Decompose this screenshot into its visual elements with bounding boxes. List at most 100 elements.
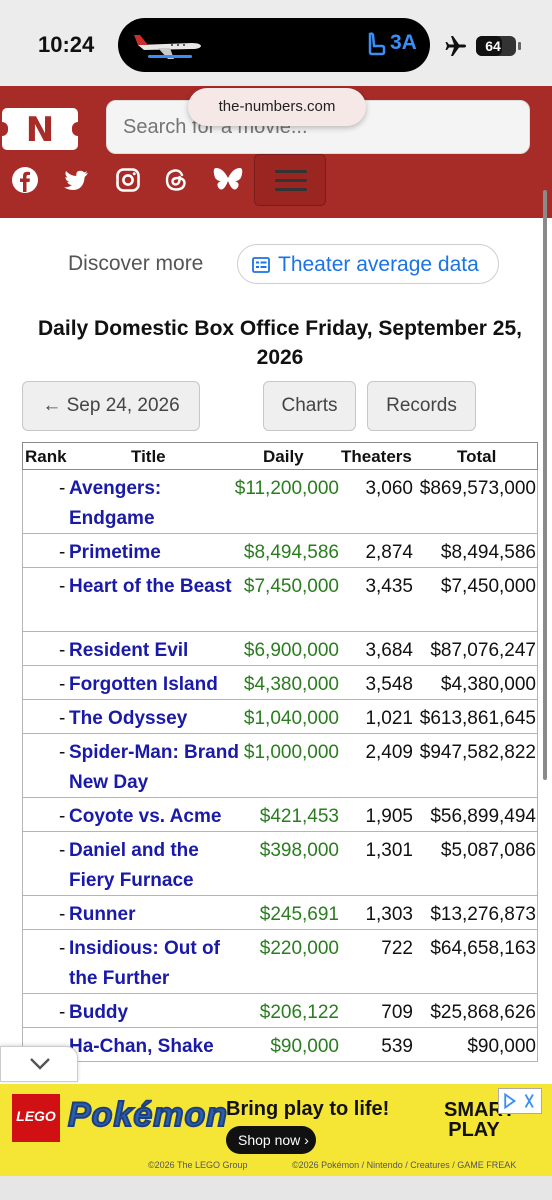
total-gross: $13,276,873: [430, 904, 536, 925]
theater-count: 539: [381, 1036, 413, 1057]
rank-dash: -: [59, 904, 66, 925]
daily-gross: $398,000: [259, 840, 339, 861]
movie-title-link[interactable]: Spider-Man: Brand New Day: [69, 738, 241, 798]
rank-dash: -: [59, 806, 66, 827]
total-gross: $947,582,822: [419, 742, 536, 763]
page-scrollbar[interactable]: [543, 190, 547, 780]
theater-count: 3,548: [365, 674, 413, 695]
pokemon-logo: Pokémon: [67, 1095, 229, 1135]
daily-gross: $1,040,000: [243, 708, 339, 729]
theater-count: 3,684: [365, 640, 413, 661]
table-row: - Avengers: Endgame $11,200,000 3,060 $869,5…: [22, 470, 538, 534]
screen: 10:24 3A 64 N the-numbers.c: [0, 0, 552, 1200]
total-gross: $869,573,000: [419, 478, 536, 499]
total-gross: $90,000: [467, 1036, 536, 1057]
battery-percent: 64: [485, 38, 501, 54]
ad-legal-pokemon: ©2026 Pokémon / Nintendo / Creatures / G…: [292, 1160, 517, 1170]
discover-more-label: Discover more: [68, 252, 204, 275]
table-row: - Heart of the Beast $7,450,000 3,435 $7,450…: [22, 568, 538, 632]
movie-title-link[interactable]: Resident Evil: [69, 636, 241, 666]
rank-dash: -: [59, 674, 66, 695]
ad-headline: Bring play to life!: [226, 1098, 390, 1120]
rank-dash: -: [59, 640, 66, 661]
header-total: Total: [457, 447, 497, 466]
header-rank: Rank: [25, 447, 67, 466]
theater-average-label: Theater average data: [278, 253, 479, 276]
battery-icon: 64: [476, 36, 516, 56]
previous-day-button[interactable]: ← Sep 24, 2026: [22, 381, 200, 431]
shop-now-button[interactable]: Shop now ›: [226, 1126, 316, 1154]
theater-count: 722: [381, 938, 413, 959]
adchoices-icon[interactable]: [498, 1088, 542, 1114]
table-row: - The Odyssey $1,040,000 1,021 $613,861,645: [22, 700, 538, 734]
chevron-down-icon: [30, 1058, 50, 1070]
theater-count: 1,301: [365, 840, 413, 861]
table-row: - Primetime $8,494,586 2,874 $8,494,586: [22, 534, 538, 568]
rank-dash: -: [59, 742, 66, 763]
table-row: - Coyote vs. Acme $421,453 1,905 $56,899,494: [22, 798, 538, 832]
movie-title-link[interactable]: Primetime: [69, 538, 241, 568]
daily-gross: $1,000,000: [243, 742, 339, 763]
daily-gross: $8,494,586: [243, 542, 339, 563]
daily-gross: $4,380,000: [243, 674, 339, 695]
rank-dash: -: [59, 708, 66, 729]
header-daily: Daily: [263, 447, 304, 466]
battery-tip: [518, 42, 521, 50]
collapse-ad-button[interactable]: [0, 1046, 78, 1082]
table-row: - Runner $245,691 1,303 $13,276,873: [22, 896, 538, 930]
seat-icon: [368, 32, 386, 56]
movie-title-link[interactable]: Coyote vs. Acme: [69, 802, 241, 832]
theater-count: 3,435: [365, 576, 413, 597]
daily-gross: $7,450,000: [243, 576, 339, 597]
table-row: - Resident Evil $6,900,000 3,684 $87,076,247: [22, 632, 538, 666]
movie-title-link[interactable]: Buddy: [69, 998, 241, 1028]
movie-title-link[interactable]: The Odyssey: [69, 704, 241, 734]
movie-title-link[interactable]: Runner: [69, 900, 241, 930]
records-button[interactable]: Records: [367, 381, 476, 431]
bluesky-icon[interactable]: [212, 166, 244, 194]
total-gross: $87,076,247: [430, 640, 536, 661]
rank-dash: -: [59, 576, 66, 597]
movie-title-link[interactable]: Insidious: Out of the Further: [69, 934, 241, 994]
daily-gross: $220,000: [259, 938, 339, 959]
total-gross: $56,899,494: [430, 806, 536, 827]
total-gross: $25,868,626: [430, 1002, 536, 1023]
daily-gross: $6,900,000: [243, 640, 339, 661]
header-theaters: Theaters: [341, 447, 412, 466]
facebook-icon[interactable]: [11, 166, 39, 194]
movie-title-link[interactable]: Forgotten Island: [69, 670, 241, 700]
theater-count: 1,303: [365, 904, 413, 925]
total-gross: $613,861,645: [419, 708, 536, 729]
theater-average-link[interactable]: Theater average data: [237, 244, 499, 284]
menu-button[interactable]: [254, 154, 326, 206]
table-row: - Daniel and the Fiery Furnace $398,000 1,3…: [22, 832, 538, 896]
twitter-icon[interactable]: [62, 166, 90, 194]
page-title: Daily Domestic Box Office Friday, Septem…: [38, 317, 522, 369]
theater-count: 2,874: [365, 542, 413, 563]
address-bar[interactable]: the-numbers.com: [188, 88, 366, 126]
movie-title-link[interactable]: Daniel and the Fiery Furnace: [69, 836, 241, 896]
ad-banner[interactable]: LEGO Pokémon Bring play to life! Shop no…: [0, 1084, 552, 1176]
flight-icon: [134, 35, 201, 59]
table-row: Ha-Chan, Shake $90,000 539 $90,000: [22, 1028, 538, 1062]
movie-title-link[interactable]: Heart of the Beast: [69, 572, 241, 602]
table-row: - Forgotten Island $4,380,000 3,548 $4,380,0…: [22, 666, 538, 700]
threads-icon[interactable]: [162, 166, 190, 194]
dynamic-island[interactable]: 3A: [118, 18, 430, 72]
site-logo[interactable]: N: [0, 108, 84, 150]
movie-title-link[interactable]: Avengers: Endgame: [69, 474, 241, 534]
charts-button[interactable]: Charts: [263, 381, 356, 431]
daily-gross: $90,000: [270, 1036, 339, 1057]
total-gross: $64,658,163: [430, 938, 536, 959]
rank-dash: -: [59, 542, 66, 563]
rank-dash: -: [59, 478, 66, 499]
rank-dash: -: [59, 840, 66, 861]
status-bar: 10:24 3A 64: [0, 0, 552, 86]
smart-play-logo: SMART PLAY: [444, 1099, 516, 1141]
movie-title-link[interactable]: Ha-Chan, Shake: [69, 1032, 241, 1062]
logo-letter: N: [25, 110, 55, 150]
daily-gross: $421,453: [259, 806, 339, 827]
daily-gross: $206,122: [259, 1002, 339, 1023]
status-time: 10:24: [38, 32, 95, 57]
instagram-icon[interactable]: [114, 166, 142, 194]
